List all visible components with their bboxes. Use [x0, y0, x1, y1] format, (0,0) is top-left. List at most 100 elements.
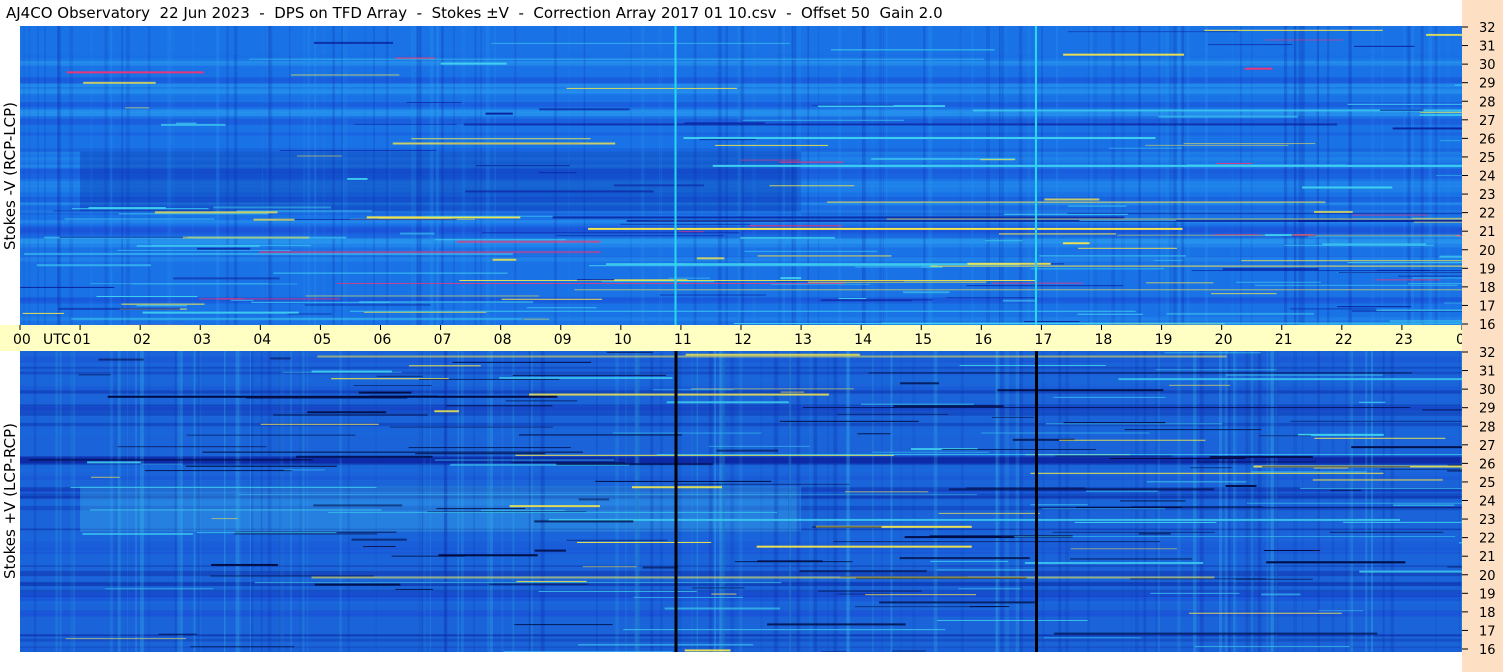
heatmap-line: [1190, 467, 1233, 469]
heatmap-streak: [233, 26, 238, 325]
heatmap-line: [1213, 234, 1259, 236]
heatmap-line: [1266, 561, 1406, 564]
heatmap-streak: [1228, 351, 1231, 652]
heatmap-line: [534, 520, 634, 523]
heatmap-line: [400, 232, 435, 235]
heatmap-line: [1169, 384, 1231, 386]
frequency-tick-label: 30: [1479, 58, 1496, 73]
heatmap-streak: [1173, 26, 1177, 325]
heatmap-line: [552, 216, 1125, 219]
time-marker-line: [674, 351, 678, 652]
heatmap-line: [1318, 610, 1364, 612]
heatmap-line: [516, 580, 587, 582]
heatmap-line: [1079, 219, 1176, 221]
heatmap-line: [854, 606, 997, 608]
heatmap-streak: [59, 351, 62, 652]
heatmap-line: [291, 74, 400, 76]
time-tick-label: 03: [193, 332, 211, 348]
heatmap-streak: [625, 351, 627, 652]
heatmap-line: [66, 71, 204, 74]
heatmap-line: [1302, 186, 1393, 189]
heatmap-line: [1210, 293, 1277, 295]
heatmap-line: [392, 142, 616, 145]
heatmap-line: [78, 374, 111, 376]
time-tick-label: 15: [914, 332, 932, 348]
frequency-tick-label: 23: [1479, 513, 1496, 528]
heatmap-line: [1313, 467, 1349, 469]
heatmap-line: [24, 252, 513, 255]
heatmap-line: [254, 582, 782, 584]
heatmap-line: [699, 139, 756, 141]
heatmap-line: [949, 488, 1215, 491]
heatmap-line: [664, 607, 780, 610]
heatmap-streak: [596, 351, 598, 652]
heatmap-line: [904, 536, 1015, 539]
heatmap-line: [1359, 570, 1462, 573]
heatmap-line: [151, 244, 312, 246]
heatmap-line: [1420, 111, 1462, 113]
heatmap-streak: [714, 351, 716, 652]
heatmap-streak: [615, 351, 619, 652]
heatmap-streak: [332, 26, 335, 325]
heatmap-line: [538, 172, 577, 174]
heatmap-line: [1070, 548, 1177, 550]
heatmap-streak: [1165, 26, 1168, 325]
heatmap-line: [865, 594, 976, 596]
heatmap-line: [588, 227, 1183, 230]
heatmap-streak: [1326, 26, 1330, 325]
heatmap-streak: [1205, 26, 1208, 325]
heatmap-line: [59, 236, 188, 238]
heatmap-line: [186, 434, 356, 436]
frequency-tick-label: 27: [1479, 439, 1496, 454]
heatmap-line: [196, 532, 337, 534]
heatmap-line: [1376, 269, 1431, 271]
heatmap-line: [1398, 275, 1462, 277]
heatmap-streak: [268, 26, 271, 325]
time-marker-line: [674, 26, 677, 325]
heatmap-line: [1419, 114, 1462, 117]
heatmap-line: [313, 504, 403, 507]
heatmap-streak: [1301, 26, 1305, 325]
heatmap-line: [1408, 283, 1462, 285]
heatmap-streak: [364, 26, 366, 325]
heatmap-line: [1062, 242, 1090, 245]
heatmap-streak: [1298, 26, 1302, 325]
heatmap-streak: [192, 26, 194, 325]
heatmap-line: [154, 211, 278, 214]
heatmap-streak: [1055, 26, 1059, 325]
heatmap-streak: [411, 26, 414, 325]
heatmap-streak: [1348, 26, 1352, 325]
heatmap-streak: [1294, 26, 1296, 325]
heatmap-line: [1045, 423, 1223, 425]
heatmap-line: [53, 210, 214, 212]
heatmap-streak: [90, 26, 93, 325]
heatmap-line: [419, 378, 560, 380]
heatmap-line: [830, 49, 995, 51]
heatmap-line: [1447, 566, 1462, 568]
heatmap-line: [90, 283, 269, 285]
heatmap-line: [566, 87, 737, 89]
heatmap-streak: [434, 26, 437, 325]
heatmap-streak: [1224, 351, 1228, 652]
heatmap-line: [485, 112, 513, 115]
frequency-tick-label: 17: [1479, 624, 1496, 639]
heatmap-line: [279, 149, 437, 151]
heatmap-line: [440, 62, 507, 65]
heatmap-streak: [1155, 351, 1158, 652]
heatmap-line: [811, 104, 894, 106]
heatmap-line: [966, 285, 1123, 287]
heatmap-line: [1075, 506, 1182, 508]
heatmap-line: [378, 217, 452, 219]
heatmap-line: [780, 391, 805, 393]
frequency-tick-label: 16: [1479, 318, 1496, 333]
heatmap-line: [1290, 420, 1462, 422]
time-unit-label: UTC: [43, 332, 71, 348]
heatmap-line: [211, 518, 238, 520]
heatmap-line: [921, 266, 943, 268]
heatmap-line: [406, 101, 462, 103]
heatmap-line: [1043, 637, 1141, 639]
time-tick-label: 13: [794, 332, 812, 348]
time-tick-label: 20: [1215, 332, 1233, 348]
heatmap-line: [1063, 53, 1184, 56]
heatmap-line: [652, 389, 734, 391]
